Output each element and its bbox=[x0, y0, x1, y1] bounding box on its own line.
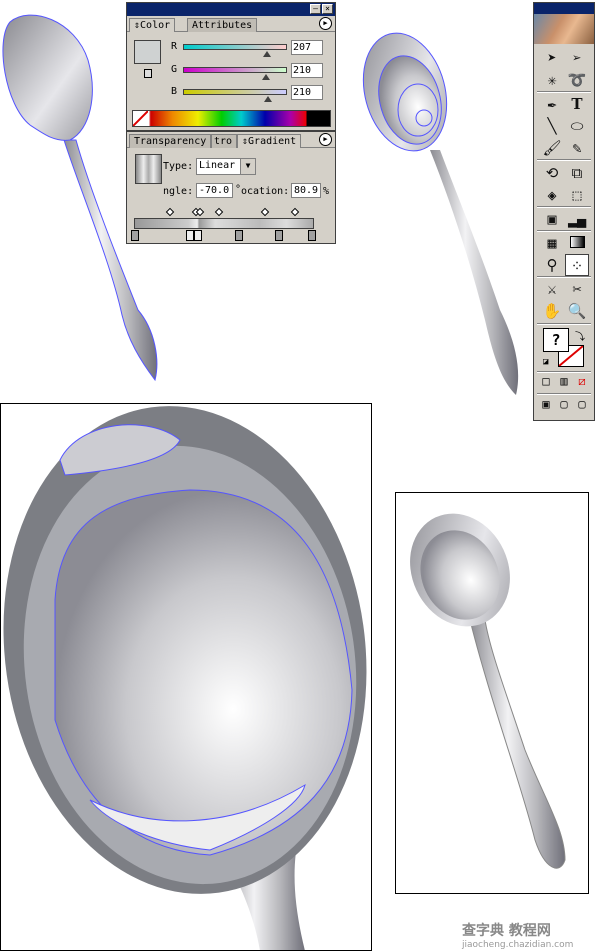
panel-menu-icon[interactable]: ▶ bbox=[319, 17, 332, 30]
angle-label: ngle: bbox=[163, 186, 194, 197]
knife-tool-icon[interactable]: ⚔ bbox=[540, 278, 564, 300]
gradient-slider[interactable] bbox=[134, 218, 314, 229]
direct-selection-tool-icon[interactable]: ➢ bbox=[565, 47, 589, 69]
graph-tool-icon[interactable]: ▂▄ bbox=[565, 208, 589, 230]
toolbox-logo-image bbox=[534, 14, 594, 44]
tab-label: Attributes bbox=[192, 20, 253, 31]
lasso-tool-icon[interactable]: ➰ bbox=[565, 69, 589, 91]
magic-wand-tool-icon[interactable]: ✳ bbox=[540, 69, 564, 91]
fill-swatch[interactable] bbox=[134, 40, 161, 64]
panel-menu-icon[interactable]: ▶ bbox=[319, 133, 332, 146]
b-value-input[interactable]: 210 bbox=[291, 85, 323, 100]
full-screen-menu-mode-icon[interactable]: ▢ bbox=[556, 396, 572, 412]
percent-sign: % bbox=[323, 186, 330, 197]
g-value-input[interactable]: 210 bbox=[291, 63, 323, 78]
swap-colors-icon[interactable]: ⤵ bbox=[575, 328, 585, 343]
toolbox-titlebar[interactable] bbox=[534, 3, 594, 14]
gradient-mode-icon[interactable]: ▥ bbox=[556, 373, 572, 389]
scissors-tool-icon[interactable]: ✂ bbox=[565, 278, 589, 300]
free-transform-tool-icon[interactable]: ⬚ bbox=[565, 184, 589, 206]
gradient-preview[interactable] bbox=[135, 154, 162, 184]
midpoint-handle[interactable] bbox=[214, 207, 224, 217]
gradient-type-select[interactable]: Linear ▼ bbox=[196, 158, 256, 175]
stroke-swatch[interactable] bbox=[144, 69, 152, 78]
gradient-stop[interactable] bbox=[131, 230, 139, 241]
gradient-stop[interactable] bbox=[308, 230, 316, 241]
live-paint-tool-icon[interactable]: ⁘ bbox=[565, 254, 589, 276]
midpoint-handle[interactable] bbox=[165, 207, 175, 217]
midpoint-handle[interactable] bbox=[260, 207, 270, 217]
rotate-tool-icon[interactable]: ⟲ bbox=[540, 162, 564, 184]
symbol-sprayer-tool-icon[interactable]: ▣ bbox=[540, 208, 564, 230]
none-swatch-icon[interactable] bbox=[133, 111, 148, 126]
toolbox: ➤ ➢ ✳ ➰ ✒ T ╲ ⬭ 🖌 ✎ ⟲ ⧉ ◈ ⬚ ▣ ▂▄ ▦ ⚲ ⁘ ⚔… bbox=[533, 2, 595, 421]
hand-tool-icon[interactable]: ✋ bbox=[540, 300, 564, 322]
watermark-title: 查字典 教程网 bbox=[462, 923, 551, 939]
b-label: B bbox=[171, 86, 178, 97]
gradient-tool-icon[interactable] bbox=[565, 232, 589, 254]
r-slider-handle[interactable] bbox=[263, 51, 271, 57]
tab-gradient[interactable]: ⇕Gradient bbox=[237, 134, 302, 148]
gradient-stop[interactable] bbox=[275, 230, 283, 241]
pencil-tool-icon[interactable]: ✎ bbox=[565, 137, 589, 159]
mesh-tool-icon[interactable]: ▦ bbox=[540, 232, 564, 254]
b-slider-handle[interactable] bbox=[264, 96, 272, 102]
ellipse-tool-icon[interactable]: ⬭ bbox=[565, 115, 589, 137]
r-slider[interactable] bbox=[183, 44, 287, 50]
midpoint-handle[interactable] bbox=[290, 207, 300, 217]
color-gradient-panel: – × ⇕Color Attributes ▶ R 207 G 210 B 21… bbox=[126, 2, 336, 244]
r-value-input[interactable]: 207 bbox=[291, 40, 323, 55]
gradient-stop[interactable] bbox=[194, 230, 202, 241]
gradient-stop[interactable] bbox=[235, 230, 243, 241]
minimize-icon[interactable]: – bbox=[310, 4, 321, 14]
location-input[interactable]: 80.9 bbox=[291, 183, 321, 198]
color-spectrum[interactable] bbox=[132, 110, 331, 127]
none-mode-icon[interactable]: ⧄ bbox=[574, 373, 590, 389]
scale-tool-icon[interactable]: ⧉ bbox=[565, 162, 589, 184]
tab-color[interactable]: ⇕Color bbox=[129, 18, 176, 32]
spoon-edit-right bbox=[362, 32, 519, 395]
warp-tool-icon[interactable]: ◈ bbox=[540, 184, 564, 206]
tab-label: Color bbox=[140, 20, 171, 31]
dropdown-arrow-icon[interactable]: ▼ bbox=[240, 159, 255, 174]
eyedropper-tool-icon[interactable]: ⚲ bbox=[540, 254, 564, 276]
gradient-stop[interactable] bbox=[186, 230, 194, 241]
default-colors-icon[interactable]: ◪ bbox=[543, 357, 548, 367]
watermark-url: jiaocheng.chazidian.com bbox=[462, 940, 574, 950]
standard-screen-mode-icon[interactable]: ▣ bbox=[538, 396, 554, 412]
g-slider-handle[interactable] bbox=[262, 74, 270, 80]
close-icon[interactable]: × bbox=[322, 4, 333, 14]
tab-label: Transparency bbox=[134, 136, 207, 147]
angle-input[interactable]: -70.0 bbox=[196, 183, 233, 198]
g-label: G bbox=[171, 64, 178, 75]
fill-color-box[interactable]: ? bbox=[543, 328, 569, 352]
tab-label: tro bbox=[214, 136, 233, 147]
panel-titlebar[interactable]: – × bbox=[127, 3, 335, 16]
line-tool-icon[interactable]: ╲ bbox=[540, 115, 564, 137]
selection-tool-icon[interactable]: ➤ bbox=[540, 47, 564, 69]
b-slider[interactable] bbox=[183, 89, 287, 95]
pen-tool-icon[interactable]: ✒ bbox=[540, 93, 564, 115]
type-value: Linear bbox=[199, 160, 236, 171]
type-tool-icon[interactable]: T bbox=[565, 93, 589, 115]
full-screen-mode-icon[interactable]: ▢ bbox=[574, 396, 590, 412]
tab-transparency[interactable]: Transparency bbox=[129, 134, 211, 148]
location-label: ocation: bbox=[241, 186, 290, 197]
r-label: R bbox=[171, 41, 178, 52]
zoom-tool-icon[interactable]: 🔍 bbox=[565, 300, 589, 322]
g-slider[interactable] bbox=[183, 67, 287, 73]
type-label: Type: bbox=[163, 161, 194, 172]
fill-color-mode-icon[interactable]: □ bbox=[538, 373, 554, 389]
paintbrush-tool-icon[interactable]: 🖌 bbox=[540, 137, 564, 159]
tab-stroke[interactable]: tro bbox=[211, 134, 237, 148]
tab-attributes[interactable]: Attributes bbox=[187, 18, 258, 32]
watermark: 查字典 教程网 jiaocheng.chazidian.com bbox=[462, 920, 573, 950]
tab-label: Gradient bbox=[248, 136, 297, 147]
